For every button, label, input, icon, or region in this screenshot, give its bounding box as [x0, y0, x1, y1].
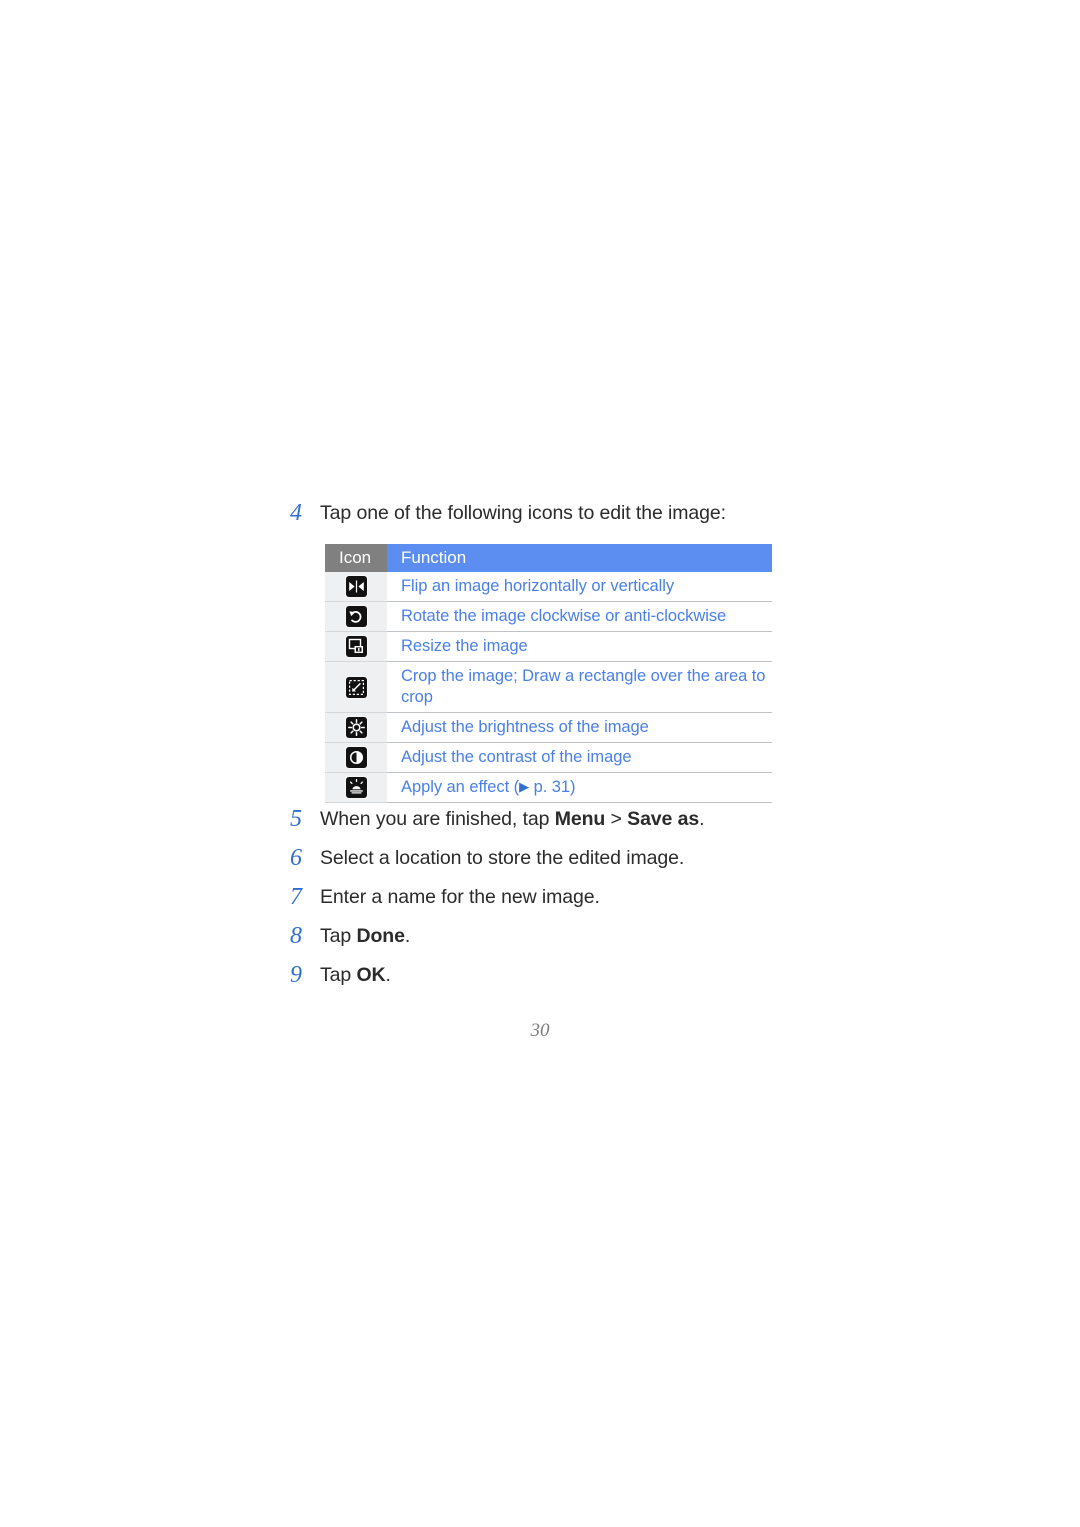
header-cell-icon: Icon	[325, 544, 387, 572]
step-text: Tap Done.	[320, 923, 808, 949]
step-6: 6 Select a location to store the edited …	[288, 845, 808, 871]
icon-function-table: Icon Function Flip an image horizontally…	[325, 544, 772, 803]
step-number: 6	[290, 845, 302, 871]
icon-cell	[325, 601, 387, 632]
table-body: Flip an image horizontally or vertically…	[325, 572, 772, 803]
function-text-suffix: )	[570, 778, 576, 796]
icon-cell	[325, 742, 387, 773]
text-part-bold: OK	[356, 964, 386, 986]
step-text: Tap one of the following icons to edit t…	[320, 502, 726, 524]
intro-step-block: 4 Tap one of the following icons to edit…	[288, 500, 808, 539]
step-number: 5	[290, 806, 302, 832]
step-text: When you are finished, tap Menu > Save a…	[320, 806, 808, 832]
function-cell: Apply an effect (▶ p. 31)	[387, 772, 772, 803]
reference-triangle-icon: ▶	[519, 779, 530, 794]
table-row: Adjust the brightness of the image	[325, 712, 772, 743]
manual-page: 4 Tap one of the following icons to edit…	[0, 0, 1080, 1527]
function-text-ref: p. 31	[533, 778, 571, 796]
flip-icon	[345, 576, 367, 597]
effect-icon	[345, 777, 367, 798]
step-text: Tap OK.	[320, 962, 808, 988]
crop-icon	[345, 676, 367, 698]
function-cell: Resize the image	[387, 631, 772, 662]
icon-cell	[325, 572, 387, 602]
function-cell: Adjust the brightness of the image	[387, 712, 772, 743]
step-9: 9 Tap OK.	[288, 962, 808, 988]
step-number: 7	[290, 884, 302, 910]
brightness-icon	[345, 717, 367, 738]
step-number: 9	[290, 962, 302, 988]
step-5: 5 When you are finished, tap Menu > Save…	[288, 806, 808, 832]
text-part: Tap	[320, 925, 357, 947]
table-row: Apply an effect (▶ p. 31)	[325, 772, 772, 803]
step-number: 8	[290, 923, 302, 949]
step-text: Select a location to store the edited im…	[320, 847, 685, 869]
icon-cell	[325, 661, 387, 713]
table-row: Resize the image	[325, 631, 772, 662]
contrast-icon	[345, 747, 367, 768]
table-row: Crop the image; Draw a rectangle over th…	[325, 661, 772, 713]
table-header-row: Icon Function	[325, 544, 772, 572]
step-text: Enter a name for the new image.	[320, 886, 600, 908]
function-cell: Crop the image; Draw a rectangle over th…	[387, 661, 772, 713]
header-cell-function: Function	[387, 544, 772, 572]
function-cell: Rotate the image clockwise or anti-clock…	[387, 601, 772, 632]
text-part: .	[385, 964, 391, 986]
step-7: 7 Enter a name for the new image.	[288, 884, 808, 910]
text-part: .	[699, 808, 705, 830]
step-4: 4 Tap one of the following icons to edit…	[288, 500, 808, 526]
function-cell: Adjust the contrast of the image	[387, 742, 772, 773]
text-part-bold: Done	[356, 925, 405, 947]
text-part: Tap	[320, 964, 357, 986]
icon-cell	[325, 712, 387, 743]
step-number: 4	[290, 500, 302, 526]
function-cell: Flip an image horizontally or vertically	[387, 572, 772, 602]
table-row: Flip an image horizontally or vertically	[325, 572, 772, 602]
page-number: 30	[530, 1020, 550, 1041]
text-part: >	[605, 808, 628, 830]
text-part: .	[404, 925, 411, 947]
rotate-icon	[345, 606, 367, 627]
step-8: 8 Tap Done.	[288, 923, 808, 949]
text-part: When you are finished, tap	[320, 808, 555, 830]
text-part-bold: Save as	[627, 808, 700, 830]
function-text-prefix: Apply an effect (	[401, 778, 520, 796]
table-row: Adjust the contrast of the image	[325, 742, 772, 773]
steps-list: 5 When you are finished, tap Menu > Save…	[288, 806, 808, 1001]
icon-cell	[325, 772, 387, 803]
icon-cell	[325, 631, 387, 662]
resize-icon	[345, 636, 367, 657]
table-row: Rotate the image clockwise or anti-clock…	[325, 601, 772, 632]
text-part-bold: Menu	[554, 808, 606, 830]
